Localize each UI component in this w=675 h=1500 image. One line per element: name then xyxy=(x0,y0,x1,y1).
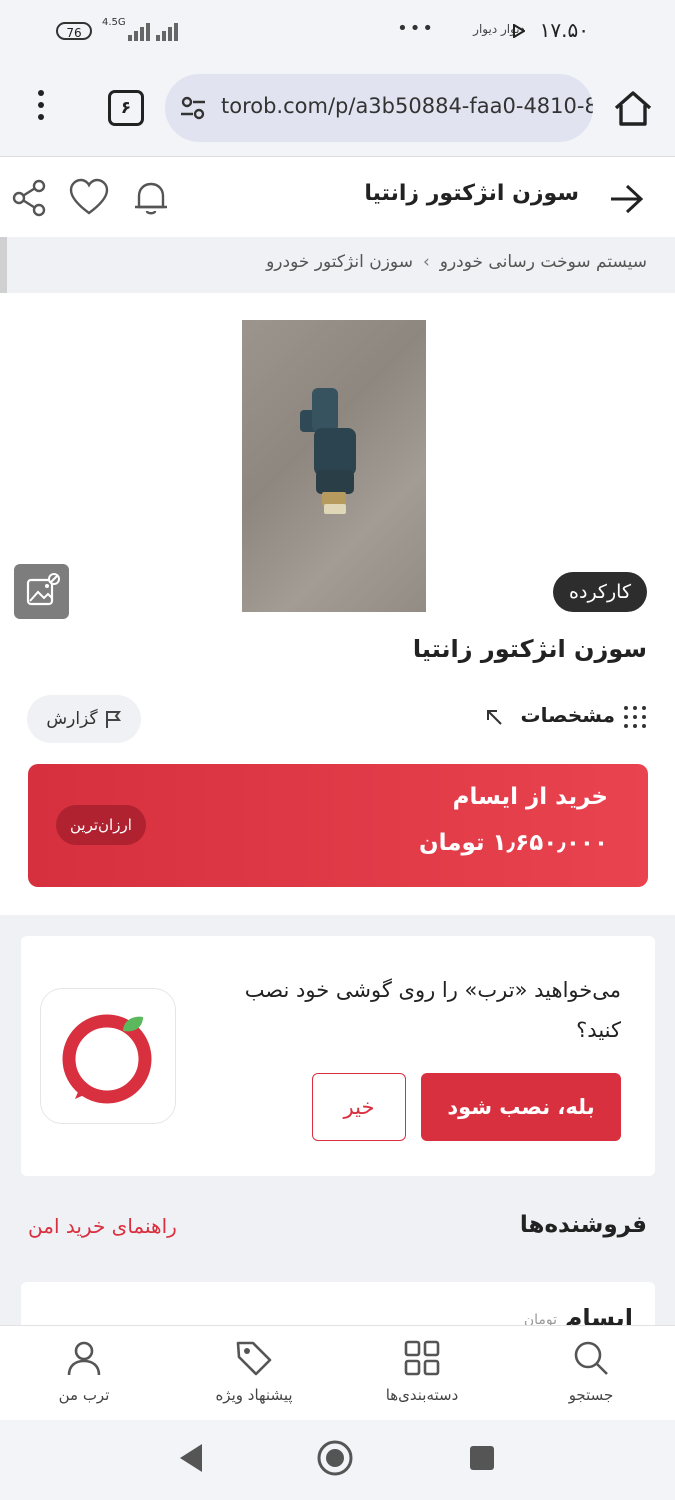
signal-icon-2 xyxy=(156,22,180,41)
product-title: سوزن انژکتور زانتیا xyxy=(412,635,647,663)
specs-link[interactable]: مشخصات xyxy=(484,703,647,729)
buy-button[interactable]: خرید از ایسام ۱٫۶۵۰٫۰۰۰ تومان ارزان‌ترین xyxy=(28,764,648,887)
signal-icon xyxy=(128,22,152,41)
install-app-card: می‌خواهید «ترب» را روی گوشی خود نصب کنید… xyxy=(21,936,655,1176)
app-header: سوزن انژکتور زانتیا xyxy=(0,157,675,237)
system-recents-icon[interactable] xyxy=(468,1444,496,1472)
torob-logo-icon xyxy=(62,1014,152,1104)
system-home-icon[interactable] xyxy=(316,1439,354,1477)
condition-badge: کارکرده xyxy=(553,572,647,612)
bell-icon[interactable] xyxy=(130,177,172,219)
nav-categories[interactable]: دسته‌بندی‌ها xyxy=(338,1326,506,1421)
image-icon xyxy=(26,573,60,606)
more-notifications-icon: ••• xyxy=(397,18,435,39)
tabs-button[interactable]: ۶ xyxy=(108,90,144,126)
bottom-nav: ترب من پیشنهاد ویژه دسته‌بندی‌ها جستجو xyxy=(0,1325,675,1421)
nav-offers-label: پیشنهاد ویژه xyxy=(215,1386,293,1404)
image-gallery-button[interactable] xyxy=(14,564,69,619)
network-type: 4.5G xyxy=(102,17,126,28)
browser-toolbar: ۶ torob.com/p/a3b50884-faa0-4810-8 xyxy=(0,62,675,157)
system-back-icon[interactable] xyxy=(176,1442,204,1474)
site-settings-icon[interactable] xyxy=(179,94,207,122)
status-bar: 76 4.5G ••• دیوار دیوار ۱۷.۵۰ xyxy=(0,0,675,62)
install-yes-button[interactable]: بله، نصب شود xyxy=(421,1073,621,1141)
product-section: کارکرده سوزن انژکتور زانتیا مشخصات گزارش… xyxy=(0,293,675,915)
menu-kebab-icon[interactable] xyxy=(36,90,46,126)
nav-offers[interactable]: پیشنهاد ویژه xyxy=(170,1326,338,1421)
nav-categories-label: دسته‌بندی‌ها xyxy=(385,1386,459,1404)
home-icon[interactable] xyxy=(610,86,656,132)
safe-purchase-guide-link[interactable]: راهنمای خرید امن xyxy=(28,1214,177,1238)
nav-search-label: جستجو xyxy=(568,1386,614,1404)
arrow-up-left-icon xyxy=(486,709,502,725)
clock: ۱۷.۵۰ xyxy=(539,18,589,42)
injector-illustration xyxy=(300,388,356,514)
back-arrow-icon[interactable] xyxy=(608,181,644,217)
heart-icon[interactable] xyxy=(68,177,110,219)
buy-seller-line: خرید از ایسام xyxy=(452,784,608,810)
breadcrumb: سیستم سوخت رسانی خودرو › سوزن انژکتور خودر… xyxy=(0,237,675,293)
share-icon[interactable] xyxy=(8,177,50,219)
system-nav-bar xyxy=(0,1420,675,1500)
report-button[interactable]: گزارش xyxy=(27,695,141,743)
url-bar[interactable]: torob.com/p/a3b50884-faa0-4810-8 xyxy=(165,74,593,142)
breadcrumb-item[interactable]: سوزن انژکتور خودرو xyxy=(266,252,413,272)
nav-profile-label: ترب من xyxy=(58,1386,110,1404)
tag-icon xyxy=(236,1341,272,1376)
sellers-title: فروشنده‌ها xyxy=(519,1212,647,1238)
breadcrumb-item[interactable]: سیستم سوخت رسانی خودرو xyxy=(440,252,647,272)
buy-price: ۱٫۶۵۰٫۰۰۰ تومان xyxy=(418,830,608,856)
install-message: می‌خواهید «ترب» را روی گوشی خود نصب کنید… xyxy=(244,978,621,1042)
user-icon xyxy=(67,1341,101,1376)
product-image[interactable] xyxy=(242,320,426,612)
battery-indicator: 76 xyxy=(56,22,92,40)
grid-icon xyxy=(404,1340,440,1376)
install-no-button[interactable]: خیر xyxy=(312,1073,406,1141)
search-icon xyxy=(574,1341,608,1375)
flag-icon xyxy=(105,711,121,728)
nav-search[interactable]: جستجو xyxy=(507,1326,675,1421)
torob-app-logo xyxy=(40,988,176,1124)
url-text: torob.com/p/a3b50884-faa0-4810-8 xyxy=(221,94,593,118)
nav-profile[interactable]: ترب من xyxy=(0,1326,168,1421)
cheapest-badge: ارزان‌ترین xyxy=(56,805,146,845)
grid-dots-icon xyxy=(624,705,646,728)
page-title: سوزن انژکتور زانتیا xyxy=(364,181,579,206)
play-icon xyxy=(513,24,525,38)
breadcrumb-separator: › xyxy=(422,252,430,272)
specs-label: مشخصات xyxy=(520,703,615,727)
report-label: گزارش xyxy=(46,709,98,729)
